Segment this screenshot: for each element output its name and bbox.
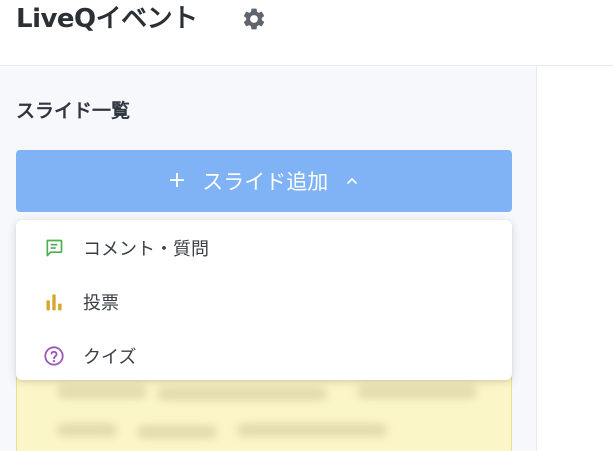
add-slide-button[interactable]: + スライド追加 xyxy=(16,150,512,212)
slide-sidebar: スライド一覧 + スライド追加 コメント・質問 投票 クイズ xyxy=(0,67,537,451)
section-title: スライド一覧 xyxy=(16,100,131,122)
gear-icon xyxy=(243,8,265,30)
menu-item-label: クイズ xyxy=(83,347,137,368)
blurred-text xyxy=(357,385,477,399)
menu-item-label: コメント・質問 xyxy=(83,239,209,260)
blurred-text xyxy=(137,425,217,439)
menu-item-label: 投票 xyxy=(83,293,119,314)
blurred-text xyxy=(237,423,387,437)
add-slide-label: スライド追加 xyxy=(202,170,329,194)
main-area xyxy=(538,67,613,451)
blurred-text xyxy=(57,385,147,399)
app-header: LiveQイベント xyxy=(0,0,613,66)
plus-icon: + xyxy=(167,168,187,193)
menu-item-quiz[interactable]: クイズ xyxy=(16,329,512,383)
bar-chart-icon xyxy=(42,290,66,314)
blurred-text xyxy=(157,387,327,401)
settings-button[interactable] xyxy=(240,5,268,33)
app-title: LiveQイベント xyxy=(16,4,198,34)
menu-item-poll[interactable]: 投票 xyxy=(16,275,512,329)
add-slide-menu: コメント・質問 投票 クイズ xyxy=(16,220,512,380)
menu-item-comment[interactable]: コメント・質問 xyxy=(16,221,512,275)
chevron-up-icon xyxy=(344,173,360,189)
comment-icon xyxy=(42,236,66,260)
blurred-text xyxy=(57,423,117,437)
question-circle-icon xyxy=(42,344,66,368)
